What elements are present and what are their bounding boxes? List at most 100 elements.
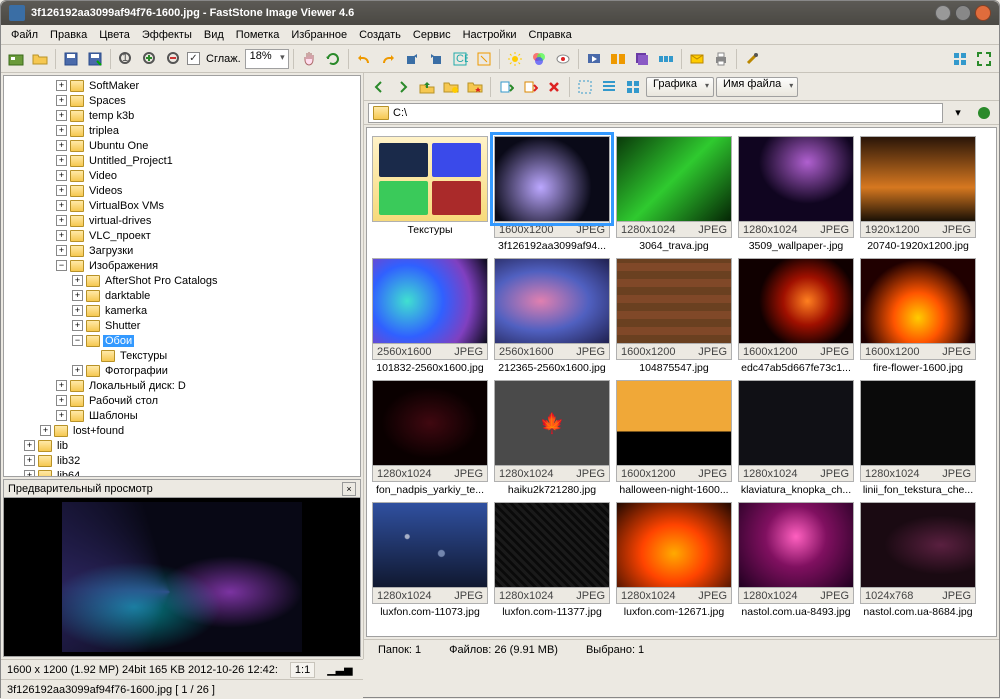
tree-item[interactable]: +Untitled_Project1: [4, 153, 360, 168]
thumbnail[interactable]: Текстуры: [371, 136, 489, 252]
view-thumbnails-icon[interactable]: [949, 48, 971, 70]
thumbnail[interactable]: 1920x1200JPEG20740-1920x1200.jpg: [859, 136, 977, 252]
menu-Эффекты[interactable]: Эффекты: [136, 27, 198, 43]
tree-item[interactable]: +SoftMaker: [4, 78, 360, 93]
tree-item[interactable]: +lost+found: [4, 423, 360, 438]
thumbnail[interactable]: 2560x1600JPEG212365-2560x1600.jpg: [493, 258, 611, 374]
thumbnail[interactable]: 2560x1600JPEG101832-2560x1600.jpg: [371, 258, 489, 374]
expand-icon[interactable]: +: [56, 125, 67, 136]
tree-item[interactable]: +temp k3b: [4, 108, 360, 123]
address-input[interactable]: C:\: [368, 103, 943, 123]
thumbnail[interactable]: 1280x1024JPEGnastol.com.ua-8493.jpg: [737, 502, 855, 618]
tree-item[interactable]: +Фотографии: [4, 363, 360, 378]
select-all-icon[interactable]: [574, 76, 596, 98]
histogram-icon[interactable]: ▁▃▅: [327, 663, 352, 676]
print-icon[interactable]: [710, 48, 732, 70]
menu-Избранное[interactable]: Избранное: [285, 27, 353, 43]
tree-item[interactable]: Текстуры: [4, 348, 360, 363]
thumbnail[interactable]: 1280x1024JPEGluxfon.com-11377.jpg: [493, 502, 611, 618]
expand-icon[interactable]: +: [56, 110, 67, 121]
acquire-icon[interactable]: [5, 48, 27, 70]
minimize-button[interactable]: [935, 5, 951, 21]
list-view-icon[interactable]: [598, 76, 620, 98]
zoom-combo[interactable]: 18%: [245, 49, 289, 69]
brightness-icon[interactable]: [504, 48, 526, 70]
expand-icon[interactable]: +: [56, 395, 67, 406]
expand-icon[interactable]: +: [72, 305, 83, 316]
thumb-view-icon[interactable]: [622, 76, 644, 98]
menu-Файл[interactable]: Файл: [5, 27, 44, 43]
back-icon[interactable]: [368, 76, 390, 98]
expand-icon[interactable]: +: [56, 215, 67, 226]
maximize-button[interactable]: [955, 5, 971, 21]
expand-icon[interactable]: +: [72, 275, 83, 286]
sort-combo[interactable]: Имя файла: [716, 77, 798, 97]
tree-item[interactable]: +VLC_проект: [4, 228, 360, 243]
delete-icon[interactable]: [543, 76, 565, 98]
preview-pane[interactable]: [3, 497, 361, 657]
slideshow-icon[interactable]: [583, 48, 605, 70]
expand-icon[interactable]: +: [56, 140, 67, 151]
filter-combo[interactable]: Графика: [646, 77, 714, 97]
redeye-icon[interactable]: [552, 48, 574, 70]
expand-icon[interactable]: +: [56, 170, 67, 181]
thumbnail[interactable]: 1280x1024JPEG3509_wallpaper-.jpg: [737, 136, 855, 252]
menu-Вид[interactable]: Вид: [198, 27, 230, 43]
thumbnail[interactable]: 1280x1024JPEG3064_trava.jpg: [615, 136, 733, 252]
expand-icon[interactable]: +: [56, 230, 67, 241]
fullscreen-icon[interactable]: [973, 48, 995, 70]
redo-icon[interactable]: [377, 48, 399, 70]
resize-icon[interactable]: [473, 48, 495, 70]
favorite-folder-icon[interactable]: [464, 76, 486, 98]
open-folder-icon[interactable]: [29, 48, 51, 70]
color-icon[interactable]: [528, 48, 550, 70]
expand-icon[interactable]: −: [56, 260, 67, 271]
rotate-left-icon[interactable]: [401, 48, 423, 70]
preview-close-icon[interactable]: ×: [342, 482, 356, 496]
menu-Настройки[interactable]: Настройки: [457, 27, 523, 43]
thumbnail[interactable]: 1600x1200JPEGfire-flower-1600.jpg: [859, 258, 977, 374]
tree-item[interactable]: +virtual-drives: [4, 213, 360, 228]
compare-icon[interactable]: [607, 48, 629, 70]
thumbnail[interactable]: 1280x1024JPEGhaiku2k721280.jpg: [493, 380, 611, 496]
menu-Пометка[interactable]: Пометка: [230, 27, 286, 43]
thumbnail[interactable]: 1280x1024JPEGluxfon.com-11073.jpg: [371, 502, 489, 618]
zoom-out-icon[interactable]: [163, 48, 185, 70]
tree-item[interactable]: +Ubuntu One: [4, 138, 360, 153]
expand-icon[interactable]: +: [72, 320, 83, 331]
thumbnail[interactable]: 1280x1024JPEGfon_nadpis_yarkiy_te...: [371, 380, 489, 496]
address-go-icon[interactable]: [973, 102, 995, 124]
expand-icon[interactable]: +: [72, 365, 83, 376]
zoom-in-icon[interactable]: [139, 48, 161, 70]
move-to-icon[interactable]: [519, 76, 541, 98]
thumbnail[interactable]: 1024x768JPEGnastol.com.ua-8684.jpg: [859, 502, 977, 618]
thumbnail[interactable]: 1280x1024JPEGklaviatura_knopka_ch...: [737, 380, 855, 496]
expand-icon[interactable]: +: [56, 410, 67, 421]
expand-icon[interactable]: +: [56, 200, 67, 211]
tree-item[interactable]: +Videos: [4, 183, 360, 198]
tree-item[interactable]: +lib64: [4, 468, 360, 477]
smooth-checkbox[interactable]: ✓: [187, 52, 200, 65]
menu-Справка[interactable]: Справка: [523, 27, 578, 43]
copy-to-icon[interactable]: [495, 76, 517, 98]
tree-item[interactable]: −Обои: [4, 333, 360, 348]
tree-item[interactable]: +kamerka: [4, 303, 360, 318]
settings-icon[interactable]: [741, 48, 763, 70]
tree-item[interactable]: +Шаблоны: [4, 408, 360, 423]
expand-icon[interactable]: +: [40, 425, 51, 436]
forward-icon[interactable]: [392, 76, 414, 98]
tree-item[interactable]: +Локальный диск: D: [4, 378, 360, 393]
expand-icon[interactable]: +: [24, 455, 35, 466]
expand-icon[interactable]: +: [56, 245, 67, 256]
save-icon[interactable]: [60, 48, 82, 70]
tree-item[interactable]: +Shutter: [4, 318, 360, 333]
tree-item[interactable]: +lib32: [4, 453, 360, 468]
expand-icon[interactable]: +: [56, 95, 67, 106]
zoom-ratio[interactable]: 1:1: [290, 662, 315, 678]
thumbnail[interactable]: 1600x1200JPEG3f126192aa3099af94...: [493, 136, 611, 252]
expand-icon[interactable]: +: [24, 470, 35, 477]
save-as-icon[interactable]: [84, 48, 106, 70]
tree-item[interactable]: +AfterShot Pro Catalogs: [4, 273, 360, 288]
rotate-right-icon[interactable]: [425, 48, 447, 70]
thumbnail[interactable]: 1600x1200JPEGhalloween-night-1600...: [615, 380, 733, 496]
